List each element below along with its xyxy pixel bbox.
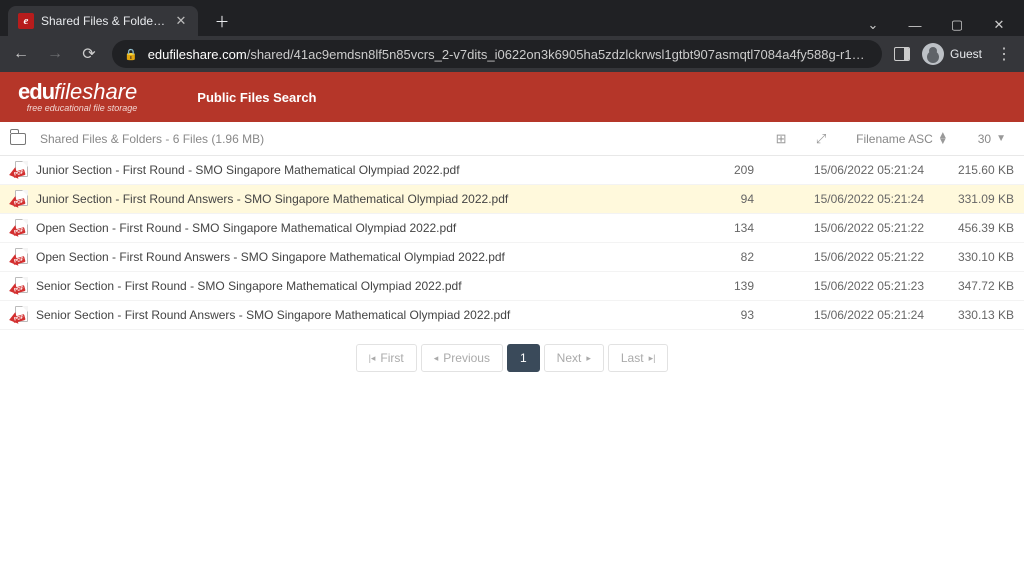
pdf-icon: PDF	[10, 190, 30, 208]
file-name: Senior Section - First Round - SMO Singa…	[36, 279, 694, 293]
chevron-down-icon[interactable]: ⌄	[856, 17, 890, 33]
file-size: 330.10 KB	[924, 250, 1014, 264]
first-icon: |◂	[369, 353, 376, 364]
pdf-icon: PDF	[10, 161, 30, 179]
toolbar: Shared Files & Folders - 6 Files (1.96 M…	[0, 122, 1024, 156]
file-name: Senior Section - First Round Answers - S…	[36, 308, 694, 322]
browser-chrome: Shared Files & Folders - edufilesh ✕ ＋ ⌄…	[0, 0, 1024, 72]
download-count: 139	[694, 279, 754, 293]
sort-dropdown[interactable]: Filename ASC ▲▼	[848, 132, 956, 146]
file-size: 347.72 KB	[924, 279, 1014, 293]
url-text: edufileshare.com/shared/41ac9emdsn8lf5n8…	[148, 47, 870, 62]
file-list: PDF Junior Section - First Round - SMO Si…	[0, 156, 1024, 330]
file-size: 330.13 KB	[924, 308, 1014, 322]
public-files-search-link[interactable]: Public Files Search	[197, 90, 316, 105]
file-row[interactable]: PDF Open Section - First Round Answers - …	[0, 243, 1024, 272]
pdf-icon: PDF	[10, 248, 30, 266]
breadcrumb: Shared Files & Folders - 6 Files (1.96 M…	[40, 132, 754, 146]
list-view-icon[interactable]: ⊞	[768, 131, 794, 147]
file-size: 215.60 KB	[924, 163, 1014, 177]
next-icon: ▸	[586, 353, 591, 364]
folder-icon[interactable]	[10, 133, 26, 145]
menu-icon[interactable]: ⋮	[994, 44, 1014, 64]
file-row[interactable]: PDF Junior Section - First Round - SMO Si…	[0, 156, 1024, 185]
first-page-button[interactable]: |◂First	[356, 344, 417, 372]
previous-page-button[interactable]: ◂Previous	[421, 344, 503, 372]
download-count: 82	[694, 250, 754, 264]
close-window-icon[interactable]: ✕	[982, 17, 1016, 33]
page-size-value: 30	[978, 132, 991, 146]
close-tab-icon[interactable]: ✕	[174, 13, 188, 29]
file-row[interactable]: PDF Senior Section - First Round Answers …	[0, 301, 1024, 330]
maximize-icon[interactable]: ▢	[940, 17, 974, 33]
favicon-icon	[18, 13, 34, 29]
download-count: 134	[694, 221, 754, 235]
site-logo[interactable]: edufileshare free educational file stora…	[18, 81, 137, 113]
pdf-icon: PDF	[10, 277, 30, 295]
logo-text: edufileshare	[18, 81, 137, 103]
page-1-button[interactable]: 1	[507, 344, 540, 372]
pagination: |◂First ◂Previous 1 Next▸ Last▸|	[0, 344, 1024, 372]
tab-strip: Shared Files & Folders - edufilesh ✕ ＋ ⌄…	[0, 0, 1024, 36]
window-controls: ⌄ ― ▢ ✕	[856, 17, 1016, 33]
fullscreen-icon[interactable]: ⤢	[808, 131, 834, 147]
site-header: edufileshare free educational file stora…	[0, 72, 1024, 122]
pdf-icon: PDF	[10, 219, 30, 237]
file-date: 15/06/2022 05:21:24	[754, 192, 924, 206]
download-count: 209	[694, 163, 754, 177]
pdf-icon: PDF	[10, 306, 30, 324]
file-date: 15/06/2022 05:21:24	[754, 308, 924, 322]
file-date: 15/06/2022 05:21:23	[754, 279, 924, 293]
browser-tab[interactable]: Shared Files & Folders - edufilesh ✕	[8, 6, 198, 36]
sort-arrows-icon: ▲▼	[938, 133, 948, 145]
file-date: 15/06/2022 05:21:24	[754, 163, 924, 177]
prev-icon: ◂	[434, 353, 439, 364]
file-size: 331.09 KB	[924, 192, 1014, 206]
chevron-down-icon: ▼	[996, 136, 1006, 142]
new-tab-button[interactable]: ＋	[210, 9, 234, 33]
profile-label: Guest	[950, 47, 982, 61]
tab-title: Shared Files & Folders - edufilesh	[41, 14, 167, 28]
page-size-dropdown[interactable]: 30 ▼	[970, 132, 1014, 146]
file-date: 15/06/2022 05:21:22	[754, 221, 924, 235]
avatar-icon	[922, 43, 944, 65]
download-count: 93	[694, 308, 754, 322]
lock-icon: 🔒	[124, 48, 138, 61]
file-name: Junior Section - First Round - SMO Singa…	[36, 163, 694, 177]
file-size: 456.39 KB	[924, 221, 1014, 235]
minimize-icon[interactable]: ―	[898, 18, 932, 33]
file-row[interactable]: PDF Open Section - First Round - SMO Sing…	[0, 214, 1024, 243]
address-bar[interactable]: 🔒 edufileshare.com/shared/41ac9emdsn8lf5…	[112, 40, 882, 68]
last-page-button[interactable]: Last▸|	[608, 344, 669, 372]
logo-tagline: free educational file storage	[18, 104, 137, 113]
file-row[interactable]: PDF Junior Section - First Round Answers …	[0, 185, 1024, 214]
next-page-button[interactable]: Next▸	[544, 344, 604, 372]
profile-chip[interactable]: Guest	[922, 43, 982, 65]
reload-icon[interactable]: ⟳	[78, 44, 100, 64]
back-icon[interactable]: ←	[10, 45, 32, 63]
file-date: 15/06/2022 05:21:22	[754, 250, 924, 264]
sort-label: Filename ASC	[856, 132, 933, 146]
file-name: Junior Section - First Round Answers - S…	[36, 192, 694, 206]
last-icon: ▸|	[649, 353, 656, 364]
browser-toolbar: ← → ⟳ 🔒 edufileshare.com/shared/41ac9emd…	[0, 36, 1024, 72]
download-count: 94	[694, 192, 754, 206]
file-name: Open Section - First Round Answers - SMO…	[36, 250, 694, 264]
side-panel-icon[interactable]	[894, 47, 910, 61]
file-row[interactable]: PDF Senior Section - First Round - SMO Si…	[0, 272, 1024, 301]
forward-icon: →	[44, 45, 66, 63]
file-name: Open Section - First Round - SMO Singapo…	[36, 221, 694, 235]
